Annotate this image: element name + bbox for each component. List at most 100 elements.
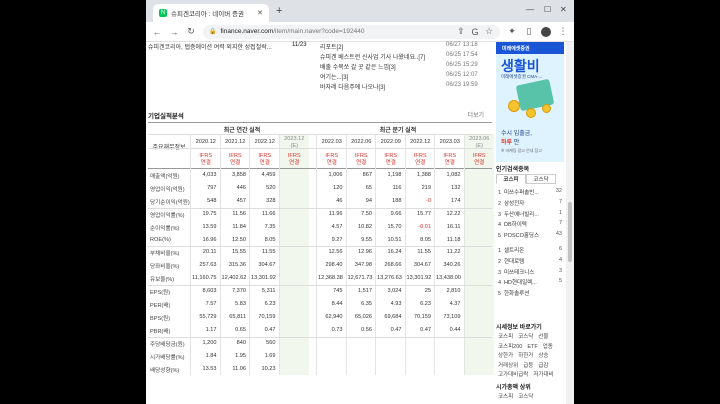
row-label[interactable]: BPS(원) xyxy=(150,314,170,322)
scrollbar-thumb[interactable] xyxy=(568,202,572,262)
maximize-icon[interactable]: ☐ xyxy=(544,5,551,14)
row-label[interactable]: 영업이익(억원) xyxy=(150,185,185,193)
market-shortcut-link[interactable]: 코스피 xyxy=(498,332,513,340)
table-cell: 0.47 xyxy=(420,326,431,333)
table-cell: 745 xyxy=(333,288,343,295)
market-shortcut-link[interactable]: 코스피200 xyxy=(498,342,522,350)
rank-stock-name[interactable]: 두산에너빌리... xyxy=(504,212,539,218)
ranking-item[interactable]: 1 미쓰수퍼솔빈... 32 xyxy=(498,188,562,196)
forward-icon[interactable]: → xyxy=(169,27,179,37)
market-shortcut-link[interactable]: 거래상위 xyxy=(498,361,518,369)
tab-kospi[interactable]: 코스피 xyxy=(496,174,526,184)
rank-stock-name[interactable]: DB하이텍 xyxy=(504,222,527,228)
profile-avatar[interactable] xyxy=(541,26,551,37)
row-label[interactable]: 당기순이익(억원) xyxy=(150,198,190,206)
ranking-item[interactable]: 1 셀트리온 6 xyxy=(498,246,562,254)
share-icon[interactable]: ⇪ xyxy=(456,26,466,37)
ad-banner[interactable]: 미래에셋증권 생활비 미래에셋증권 CMA-... 수시 입출금, 하루 만 ※… xyxy=(496,42,564,162)
table-cell: 457 xyxy=(236,197,246,204)
table-cell: 1.17 xyxy=(205,326,217,333)
ad-headline: 생활비 xyxy=(501,58,540,74)
row-label[interactable]: 배당성향(%) xyxy=(150,366,179,374)
address-bar[interactable]: 🔒 finance.naver.com/item/main.naver?code… xyxy=(203,24,500,39)
rank-stock-name[interactable]: 한화솔루션 xyxy=(504,291,529,297)
row-label[interactable]: 당좌비율(%) xyxy=(150,262,179,270)
table-cell: 1,517 xyxy=(358,288,372,295)
ranking-item[interactable]: 5 POSCO홀딩스 43 xyxy=(498,231,562,239)
row-label[interactable]: 유보율(%) xyxy=(150,275,174,283)
rank-stock-name[interactable]: HD현대일렉... xyxy=(504,280,537,286)
market-cap-tab[interactable]: 코스피 xyxy=(498,392,513,400)
row-label[interactable]: ROE(%) xyxy=(150,237,171,243)
market-shortcut-link[interactable]: 선물 xyxy=(538,332,548,340)
reload-icon[interactable]: ↻ xyxy=(186,26,196,37)
main-column: 슈피겐코리아, 탭층에이션 여력 외지한 성접철락... 11/23 리포트[2… xyxy=(148,42,494,404)
page-scrollbar[interactable] xyxy=(566,42,574,404)
bookmark-star-icon[interactable]: ☆ xyxy=(484,26,494,37)
ranking-item[interactable]: 5 한화솔루션 xyxy=(498,289,562,297)
market-shortcut-link[interactable]: ETF xyxy=(527,344,537,350)
table-cell: 0.56 xyxy=(361,326,372,333)
market-cap-tab[interactable]: 코스닥 xyxy=(518,392,533,400)
row-label[interactable]: PBR(배) xyxy=(150,327,170,335)
close-tab-icon[interactable]: ✕ xyxy=(257,9,263,17)
rank-stock-name[interactable]: 미쓰수퍼솔빈... xyxy=(504,190,539,196)
period-header: 2023.03 xyxy=(439,139,460,145)
tab-naver-finance[interactable]: N 슈피겐코리아 : 네이버 증권 ✕ xyxy=(153,4,269,22)
market-shortcut-link[interactable]: 고가대비급락 xyxy=(498,370,528,378)
market-shortcut-link[interactable]: 급감 xyxy=(538,361,548,369)
market-shortcut-link[interactable]: 저가대비 xyxy=(533,370,553,378)
rank-value: 7 xyxy=(558,220,562,227)
ranking-item[interactable]: 4 HD현대일렉... 5 xyxy=(498,278,562,286)
row-label[interactable]: 부채비율(%) xyxy=(150,249,179,257)
board-item[interactable]: 리포트[2] xyxy=(320,42,343,51)
back-icon[interactable]: ← xyxy=(152,27,162,37)
table-cell: 797 xyxy=(207,184,217,191)
rank-stock-name[interactable]: 미쓰테크니스 xyxy=(504,270,534,276)
table-cell: 1,198 xyxy=(387,172,402,178)
row-label[interactable]: 시가배당률(%) xyxy=(150,353,184,361)
row-label[interactable]: 매출액(억원) xyxy=(150,172,179,180)
row-label[interactable]: 영업이익률(%) xyxy=(150,211,184,219)
rank-stock-name[interactable]: 현대로템 xyxy=(504,259,524,265)
rank-stock-name[interactable]: POSCO홀딩스 xyxy=(504,233,539,239)
ifrs-label: 연결 xyxy=(474,160,485,166)
ranking-item[interactable]: 3 미쓰테크니스 3 xyxy=(498,268,562,276)
table-cell: 12.96 xyxy=(358,249,372,256)
close-window-icon[interactable]: ✕ xyxy=(560,5,567,14)
ifrs-label: IFRS xyxy=(325,153,339,159)
new-tab-button[interactable]: + xyxy=(276,5,282,17)
table-cell: 5,311 xyxy=(261,288,276,295)
extensions-icon[interactable]: ✦ xyxy=(507,26,517,37)
side-panel-icon[interactable]: ▯ xyxy=(524,26,534,37)
market-shortcut-link[interactable]: 상한가 xyxy=(498,351,513,359)
more-link[interactable]: 더보기 xyxy=(467,110,484,119)
menu-icon[interactable]: ⋮ xyxy=(558,26,568,37)
ranking-item[interactable]: 3 두산에너빌리... 1 xyxy=(498,210,562,218)
rank-stock-name[interactable]: 삼성전자 xyxy=(504,201,524,207)
table-cell: 70,159 xyxy=(413,313,431,320)
board-item[interactable]: 바자레 다음주에 나오나[3] xyxy=(320,82,385,91)
board-item[interactable]: 슈피겐 베스트런 신사업 기사 나왔네요..[7] xyxy=(320,52,425,61)
market-shortcut-link[interactable]: 업종 xyxy=(543,342,553,350)
market-shortcut-link[interactable]: 코스닥 xyxy=(518,332,533,340)
market-shortcut-link[interactable]: 하한가 xyxy=(518,351,533,359)
google-icon[interactable]: G xyxy=(470,27,480,37)
row-label[interactable]: 순이익률(%) xyxy=(150,224,179,232)
minimize-icon[interactable]: — xyxy=(526,5,534,14)
rank-stock-name[interactable]: 셀트리온 xyxy=(504,248,524,254)
ranking-item[interactable]: 2 현대로템 4 xyxy=(498,257,562,265)
board-item[interactable]: 배출 수복쏘 갈 곳 같은 느낌[3] xyxy=(320,62,396,71)
market-shortcut-link[interactable]: 상승 xyxy=(538,351,548,359)
ranking-item[interactable]: 2 삼성전자 7 xyxy=(498,199,562,207)
tab-kosdaq[interactable]: 코스닥 xyxy=(526,174,556,184)
news-title[interactable]: 슈피겐코리아, 탭층에이션 여력 외지한 성접철락... xyxy=(148,45,272,51)
market-shortcut-link[interactable]: 급등 xyxy=(523,361,533,369)
table-cell: 15.77 xyxy=(417,210,431,217)
ranking-item[interactable]: 4 DB하이텍 7 xyxy=(498,220,562,228)
board-item[interactable]: 여기는...[3] xyxy=(320,72,348,81)
row-label[interactable]: 주당배당금(원) xyxy=(150,340,185,348)
news-item[interactable]: 슈피겐코리아, 탭층에이션 여력 외지한 성접철락... xyxy=(148,42,310,51)
row-label[interactable]: PER(배) xyxy=(150,301,170,309)
row-label[interactable]: EPS(원) xyxy=(150,288,170,296)
